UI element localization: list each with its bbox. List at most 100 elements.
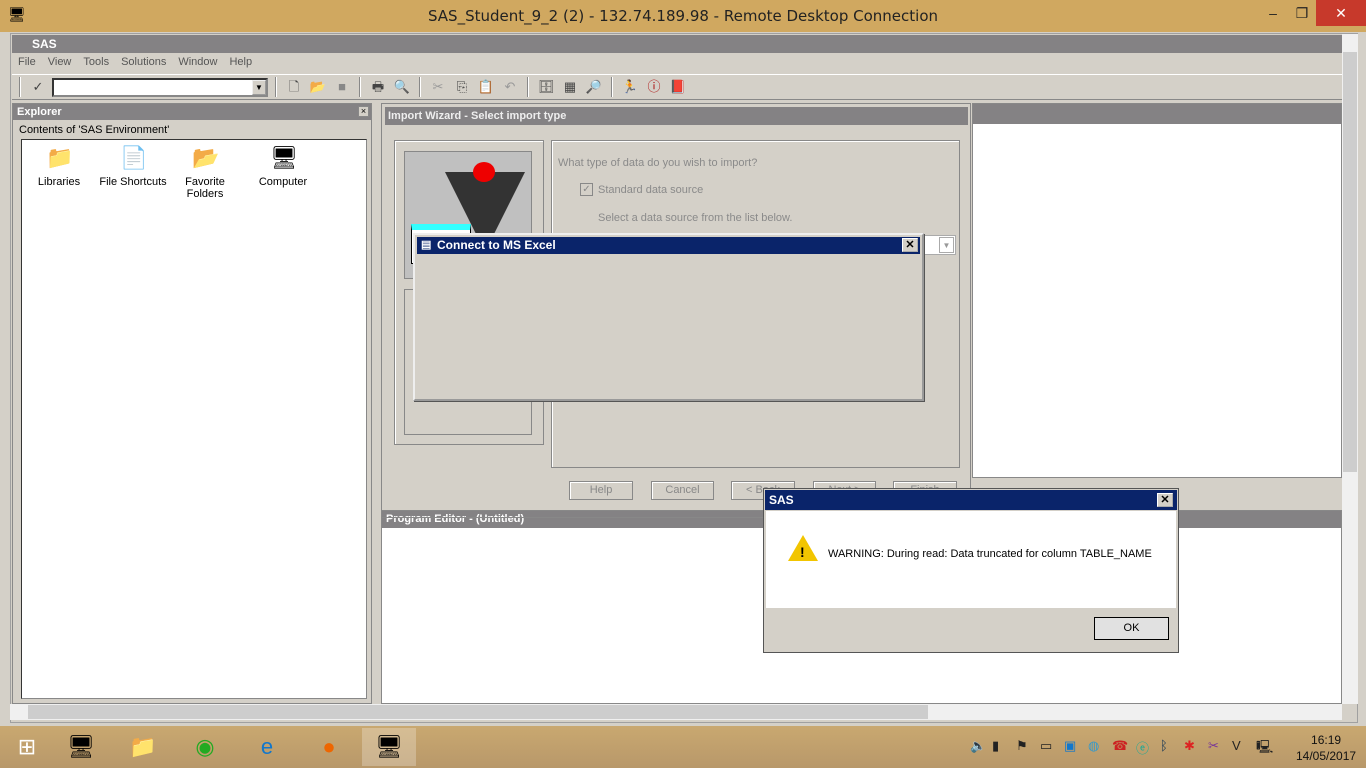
warning-message: WARNING: During read: Data truncated for… <box>828 548 1152 560</box>
close-icon[interactable]: ✕ <box>902 238 918 252</box>
file-shortcuts-icon: 📄 <box>120 145 148 170</box>
maximize-button[interactable]: ❐ <box>1287 0 1317 26</box>
sas-warning-dialog: SAS ✕ ! WARNING: During read: Data trunc… <box>763 488 1179 653</box>
open-icon[interactable]: 📂 <box>308 77 328 97</box>
warning-dialog-title: SAS <box>769 493 794 507</box>
explorer-panel: Explorer × Contents of 'SAS Environment'… <box>12 103 372 704</box>
output-title-bar <box>973 104 1341 124</box>
eset-icon[interactable]: ⓔ <box>1136 738 1149 757</box>
vertical-scrollbar[interactable] <box>1342 34 1358 704</box>
wizard-title: Import Wizard - Select import type <box>385 107 968 125</box>
sas-title-bar: SAS <box>12 35 1342 53</box>
help-book-icon[interactable]: 📕 <box>668 77 688 97</box>
explorer-item-favorite-folders[interactable]: 📂 Favorite Folders <box>172 144 238 200</box>
connect-excel-dialog: ▤ Connect to MS Excel ✕ <box>413 233 924 401</box>
phone-icon[interactable]: ☎ <box>1112 738 1128 754</box>
chrome-icon[interactable]: ◉ <box>178 728 232 766</box>
item-label: File Shortcuts <box>99 176 167 188</box>
warning-icon-mark: ! <box>800 544 805 560</box>
cut-icon[interactable]: ✂ <box>428 77 448 97</box>
chevron-down-icon[interactable]: ▼ <box>252 79 266 95</box>
explorer-title: Explorer <box>13 104 371 120</box>
select-hint: Select a data source from the list below… <box>598 212 793 224</box>
scroll-thumb[interactable] <box>28 705 928 719</box>
submit-check-button[interactable]: ✓ <box>28 77 48 97</box>
find-icon[interactable]: 🔎 <box>584 77 604 97</box>
standard-source-checkbox[interactable]: ✓ <box>580 183 593 196</box>
explorer-item-file-shortcuts[interactable]: 📄 File Shortcuts <box>96 144 170 188</box>
remote-desktop-icon[interactable]: 🖥 <box>362 728 416 766</box>
copy-icon[interactable]: ⎘ <box>452 77 472 97</box>
taskbar: ⊞ 🖥 📁 ◉ e ● 🖥 🔈 ▮ ⚑ ▭ ▣ ◍ ☎ ⓔ ᛒ ✱ ✂ V 🖳 … <box>0 726 1366 768</box>
network-icon[interactable]: 🖳 <box>1256 738 1273 760</box>
horizontal-scrollbar[interactable] <box>10 704 1342 720</box>
rdp-title-bar: 🖥 SAS_Student_9_2 (2) - 132.74.189.98 - … <box>0 0 1366 32</box>
file-explorer-icon[interactable]: 📁 <box>116 728 170 766</box>
explorer-item-libraries[interactable]: 📁 Libraries <box>22 144 96 188</box>
explorer-list: 📁 Libraries 📄 File Shortcuts 📂 Favorite Fol… <box>21 139 367 699</box>
app-tray-icon[interactable]: ▣ <box>1064 738 1076 754</box>
scroll-thumb[interactable] <box>1343 52 1357 472</box>
save-icon[interactable]: ■ <box>332 77 352 97</box>
warning-title-bar: SAS ✕ <box>765 490 1177 510</box>
menu-view[interactable]: View <box>42 54 78 72</box>
run-icon[interactable]: 🏃 <box>620 77 640 97</box>
help-button[interactable]: Help <box>569 481 633 500</box>
standard-source-label: Standard data source <box>598 184 704 196</box>
time: 16:19 <box>1311 733 1342 747</box>
display-icon[interactable]: ▭ <box>1040 738 1052 754</box>
favorite-folders-icon: 📂 <box>192 145 220 170</box>
print-preview-icon[interactable]: 🔍 <box>392 77 412 97</box>
explorer-icon[interactable]: ▦ <box>560 77 580 97</box>
item-label: Favorite Folders <box>185 176 225 200</box>
paste-icon[interactable]: 📋 <box>476 77 496 97</box>
battery-icon[interactable]: ▮ <box>992 738 999 754</box>
wizard-question: What type of data do you wish to import? <box>558 157 758 169</box>
app-v-icon[interactable]: V <box>1232 738 1241 753</box>
menu-window[interactable]: Window <box>172 54 223 72</box>
menu-file[interactable]: File <box>12 54 42 72</box>
explorer-contents-label: Contents of 'SAS Environment' <box>19 124 170 136</box>
clock[interactable]: 16:19 14/05/2017 <box>1296 732 1356 764</box>
firefox-icon[interactable]: ● <box>302 728 356 766</box>
libraries-icon: 📁 <box>46 145 74 170</box>
onenote-clip-icon[interactable]: ✂ <box>1208 738 1219 754</box>
item-label: Computer <box>258 176 308 188</box>
sas-title: SAS <box>32 37 57 51</box>
menu-bar: File View Tools Solutions Window Help <box>12 54 258 72</box>
explorer-item-computer[interactable]: 🖥 Computer <box>246 144 320 188</box>
computer-icon: 🖥 <box>270 145 298 170</box>
network-drive-icon[interactable]: ◍ <box>1088 738 1099 754</box>
warning-body: ! WARNING: During read: Data truncated f… <box>766 511 1176 608</box>
undo-icon[interactable]: ↶ <box>500 77 520 97</box>
item-label: Libraries <box>37 176 81 188</box>
explorer-close-button[interactable]: × <box>358 106 369 117</box>
start-button[interactable]: ⊞ <box>0 728 54 766</box>
break-icon[interactable]: ⓘ <box>644 77 664 97</box>
toolbar: ✓ ▼ 🗋 📂 ■ 🖶 🔍 ✂ ⎘ 📋 ↶ 🗄 ▦ 🔎 🏃 ⓘ 📕 <box>12 74 1342 100</box>
print-icon[interactable]: 🖶 <box>368 77 388 97</box>
libraries-icon[interactable]: 🗄 <box>536 77 556 97</box>
cancel-button[interactable]: Cancel <box>651 481 714 500</box>
volume-icon[interactable]: 🔈 <box>970 738 986 754</box>
close-button[interactable]: ✕ <box>1316 0 1366 26</box>
excel-dialog-title: Connect to MS Excel <box>437 238 556 252</box>
date: 14/05/2017 <box>1296 749 1357 763</box>
lenovo-icon[interactable]: 🖥 <box>54 728 108 766</box>
flag-icon[interactable]: ⚑ <box>1016 738 1028 754</box>
new-icon[interactable]: 🗋 <box>284 77 304 97</box>
antivirus-icon[interactable]: ✱ <box>1184 738 1195 754</box>
chevron-down-icon[interactable]: ▼ <box>939 237 954 253</box>
menu-tools[interactable]: Tools <box>77 54 115 72</box>
minimize-button[interactable]: – <box>1258 0 1288 26</box>
excel-title-bar: ▤ Connect to MS Excel ✕ <box>417 237 920 254</box>
command-box[interactable]: ▼ <box>52 77 268 97</box>
menu-solutions[interactable]: Solutions <box>115 54 172 72</box>
ok-button[interactable]: OK <box>1094 617 1169 640</box>
excel-app-icon: ▤ <box>421 239 432 251</box>
close-icon[interactable]: ✕ <box>1157 493 1173 507</box>
internet-explorer-icon[interactable]: e <box>240 728 294 766</box>
bluetooth-icon[interactable]: ᛒ <box>1160 738 1168 753</box>
data-source-select[interactable]: ▼ <box>924 235 956 255</box>
menu-help[interactable]: Help <box>223 54 258 72</box>
